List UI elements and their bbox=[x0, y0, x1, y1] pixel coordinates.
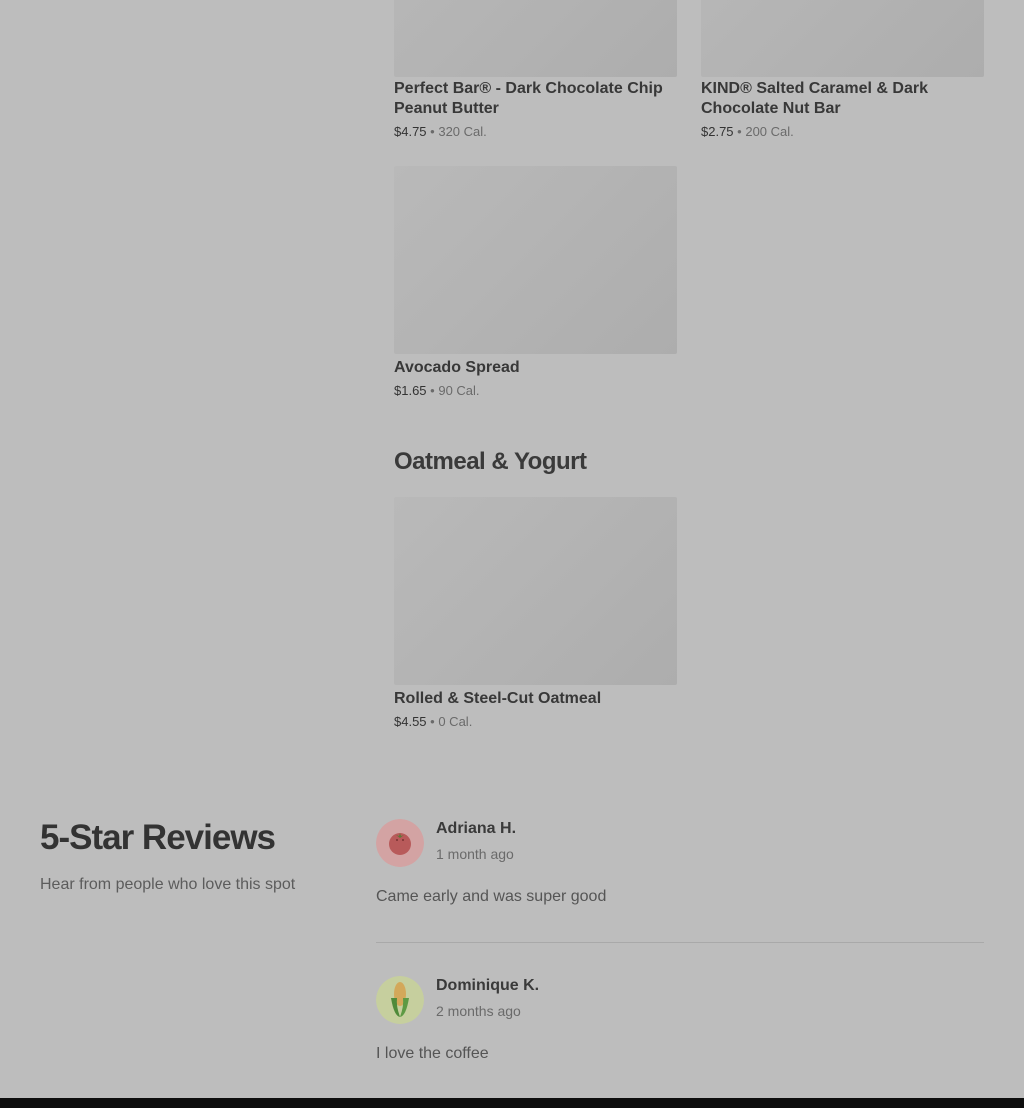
menu-item-image[interactable] bbox=[394, 166, 677, 354]
review-divider bbox=[376, 942, 984, 943]
menu-item-image[interactable] bbox=[701, 0, 984, 77]
menu-item-price: $2.75 bbox=[701, 124, 734, 139]
menu-item-price: $1.65 bbox=[394, 383, 427, 398]
review-item: Adriana H. 1 month ago Came early and wa… bbox=[376, 819, 984, 919]
menu-item-calories: 90 Cal. bbox=[438, 383, 480, 398]
menu-item-price: $4.75 bbox=[394, 124, 427, 139]
reviews-title: 5-Star Reviews bbox=[40, 818, 276, 857]
menu-section-title: Oatmeal & Yogurt bbox=[394, 448, 587, 475]
menu-item-meta: $2.75 • 200 Cal. bbox=[701, 123, 984, 141]
menu-item-name: KIND® Salted Caramel & Dark Chocolate Nu… bbox=[701, 80, 928, 117]
menu-item-card[interactable]: Perfect Bar® - Dark Chocolate Chip Peanu… bbox=[394, 0, 677, 141]
menu-item-calories: 200 Cal. bbox=[745, 124, 794, 139]
review-item: Dominique K. 2 months ago I love the cof… bbox=[376, 976, 984, 1076]
menu-item-card[interactable]: KIND® Salted Caramel & Dark Chocolate Nu… bbox=[701, 0, 984, 141]
review-text: I love the coffee bbox=[376, 1045, 489, 1062]
tomato-icon bbox=[376, 819, 424, 867]
menu-item-calories: 320 Cal. bbox=[438, 124, 487, 139]
menu-item-meta: $4.55 • 0 Cal. bbox=[394, 713, 677, 731]
review-time: 1 month ago bbox=[436, 846, 514, 862]
review-author: Dominique K. bbox=[436, 977, 540, 994]
menu-item-meta: $1.65 • 90 Cal. bbox=[394, 382, 677, 400]
reviews-subtitle: Hear from people who love this spot bbox=[40, 876, 296, 893]
review-text: Came early and was super good bbox=[376, 888, 607, 905]
menu-item-price: $4.55 bbox=[394, 714, 427, 729]
menu-item-name: Rolled & Steel-Cut Oatmeal bbox=[394, 690, 602, 707]
menu-item-card[interactable]: Avocado Spread $1.65 • 90 Cal. bbox=[394, 166, 677, 400]
menu-item-image[interactable] bbox=[394, 0, 677, 77]
footer-bar bbox=[0, 1098, 1024, 1108]
corn-icon bbox=[376, 976, 424, 1024]
menu-item-calories: 0 Cal. bbox=[438, 714, 473, 729]
review-author: Adriana H. bbox=[436, 820, 517, 837]
review-time: 2 months ago bbox=[436, 1003, 521, 1019]
menu-item-image[interactable] bbox=[394, 497, 677, 685]
menu-item-name: Avocado Spread bbox=[394, 359, 520, 376]
menu-item-meta: $4.75 • 320 Cal. bbox=[394, 123, 677, 141]
menu-item-name: Perfect Bar® - Dark Chocolate Chip Peanu… bbox=[394, 80, 663, 117]
menu-item-card[interactable]: Rolled & Steel-Cut Oatmeal $4.55 • 0 Cal… bbox=[394, 497, 677, 731]
